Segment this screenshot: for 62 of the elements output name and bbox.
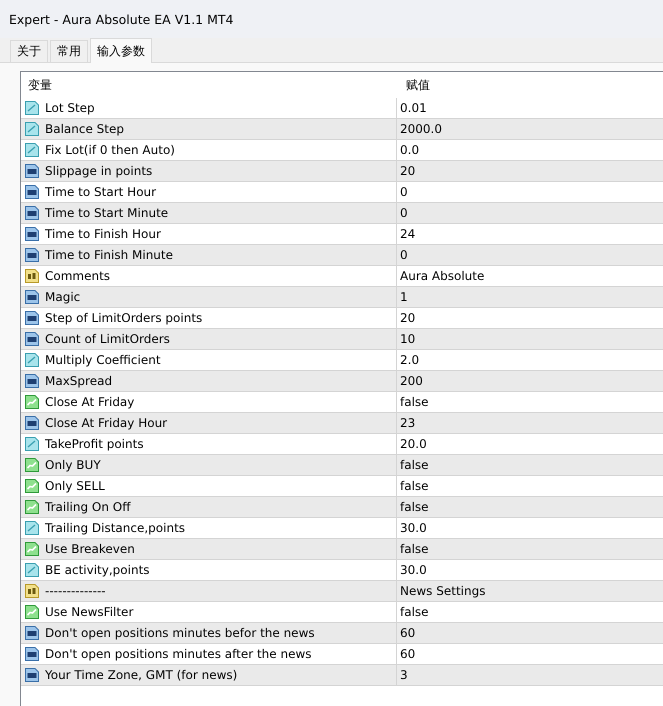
parameter-value[interactable]: false: [400, 605, 429, 619]
parameter-name: Comments: [45, 269, 110, 283]
parameter-name: Use NewsFilter: [45, 605, 134, 619]
parameter-value[interactable]: false: [400, 500, 429, 514]
parameter-name: Trailing Distance,points: [45, 521, 186, 535]
parameter-value[interactable]: 0: [400, 206, 408, 220]
parameter-name: Only BUY: [45, 458, 101, 472]
parameter-value[interactable]: 0: [400, 248, 408, 262]
parameter-value[interactable]: false: [400, 542, 429, 556]
parameter-value[interactable]: 23: [400, 416, 416, 430]
parameter-name: Balance Step: [45, 122, 124, 136]
parameter-name: Slippage in points: [45, 164, 152, 178]
parameter-name: Time to Finish Hour: [45, 227, 161, 241]
column-header[interactable]: 赋值: [400, 76, 663, 94]
tab[interactable]: 常用: [50, 40, 88, 62]
parameter-value[interactable]: 0.01: [400, 101, 427, 115]
parameter-name: Only SELL: [45, 479, 105, 493]
parameter-name: Don't open positions minutes after the news: [45, 647, 312, 661]
parameter-value[interactable]: false: [400, 458, 429, 472]
parameter-value[interactable]: 1: [400, 290, 408, 304]
parameter-name: MaxSpread: [45, 374, 112, 388]
parameter-name: Step of LimitOrders points: [45, 311, 202, 325]
tab[interactable]: 输入参数: [90, 38, 152, 63]
parameter-name: --------------: [45, 584, 106, 598]
parameter-value[interactable]: News Settings: [400, 584, 486, 598]
parameter-name: Close At Friday: [45, 395, 134, 409]
parameter-name: Time to Start Minute: [45, 206, 168, 220]
parameter-name: Don't open positions minutes befor the news: [45, 626, 315, 640]
parameter-value[interactable]: 20: [400, 164, 416, 178]
parameter-name: Multiply Coefficient: [45, 353, 161, 367]
parameter-value[interactable]: 60: [400, 647, 416, 661]
parameter-value[interactable]: 30.0: [400, 563, 427, 577]
parameter-name: Lot Step: [45, 101, 95, 115]
parameter-value[interactable]: Aura Absolute: [400, 269, 484, 283]
parameter-name: BE activity,points: [45, 563, 150, 577]
parameter-name: Time to Finish Minute: [45, 248, 174, 262]
parameter-name: Use Breakeven: [45, 542, 135, 556]
parameter-name: Time to Start Hour: [45, 185, 156, 199]
parameter-value[interactable]: 3: [400, 668, 408, 682]
parameter-name: Magic: [45, 290, 80, 304]
parameter-name: Trailing On Off: [45, 500, 130, 514]
parameter-name: Close At Friday Hour: [45, 416, 168, 430]
parameter-value[interactable]: 24: [400, 227, 416, 241]
window-title: Expert - Aura Absolute EA V1.1 MT4: [9, 12, 234, 26]
parameter-value[interactable]: 30.0: [400, 521, 427, 535]
column-header[interactable]: 变量: [21, 76, 400, 94]
parameter-value[interactable]: false: [400, 479, 429, 493]
parameter-value[interactable]: 2.0: [400, 353, 420, 367]
parameter-name: Count of LimitOrders: [45, 332, 170, 346]
tab[interactable]: 关于: [10, 40, 48, 62]
parameter-value[interactable]: 200: [400, 374, 423, 388]
parameter-name: Fix Lot(if 0 then Auto): [45, 143, 175, 157]
parameter-value[interactable]: 10: [400, 332, 416, 346]
parameter-value[interactable]: 20.0: [400, 437, 427, 451]
parameter-value[interactable]: 0.0: [400, 143, 420, 157]
parameter-value[interactable]: false: [400, 395, 429, 409]
parameter-value[interactable]: 0: [400, 185, 408, 199]
parameter-value[interactable]: 60: [400, 626, 416, 640]
parameter-name: Your Time Zone, GMT (for news): [45, 668, 238, 682]
parameter-name: TakeProfit points: [45, 437, 144, 451]
parameter-value[interactable]: 20: [400, 311, 416, 325]
parameter-value[interactable]: 2000.0: [400, 122, 442, 136]
